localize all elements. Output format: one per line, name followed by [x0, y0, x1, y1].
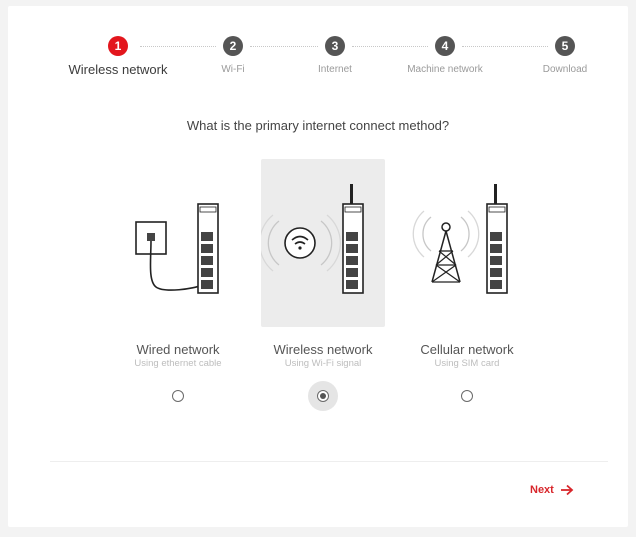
option-wired-network[interactable]: Wired network Using ethernet cable [116, 159, 240, 402]
step-3[interactable]: 3 Internet [275, 36, 395, 75]
step-5[interactable]: 5 Download [505, 36, 625, 75]
step-label: Machine network [407, 64, 483, 75]
arrow-right-icon [560, 484, 574, 496]
footer-divider [50, 461, 608, 462]
stepper: 1 Wireless network 2 Wi-Fi 3 Internet 4 … [8, 6, 628, 96]
option-cellular-network[interactable]: Cellular network Using SIM card [405, 159, 529, 402]
step-label: Wireless network [68, 62, 168, 77]
step-label: Download [542, 64, 588, 75]
step-number-badge: 4 [435, 36, 455, 56]
radio-button[interactable] [172, 390, 184, 402]
next-button-label: Next [530, 484, 554, 496]
wired-router-icon [135, 203, 219, 294]
wifi-router-icon [261, 184, 364, 294]
option-wireless-network[interactable]: Wireless network Using Wi-Fi signal [261, 159, 385, 411]
radio-cellular-network[interactable] [452, 381, 482, 411]
step-number-badge: 5 [555, 36, 575, 56]
radio-wireless-network[interactable] [308, 381, 338, 411]
step-number-badge: 3 [325, 36, 345, 56]
option-subtitle: Using ethernet cable [134, 358, 222, 369]
option-subtitle: Using SIM card [434, 358, 500, 369]
wizard-card: 1 Wireless network 2 Wi-Fi 3 Internet 4 … [8, 6, 628, 527]
question-text: What is the primary internet connect met… [186, 118, 450, 133]
step-4[interactable]: 4 Machine network [385, 36, 505, 75]
radio-selected-dot [320, 393, 326, 399]
step-number-badge: 1 [108, 36, 128, 56]
option-illustration [116, 159, 240, 327]
step-number-badge: 2 [223, 36, 243, 56]
step-1[interactable]: 1 Wireless network [58, 36, 178, 77]
option-illustration [405, 159, 529, 327]
radio-wired-network[interactable] [163, 381, 193, 411]
option-illustration [261, 159, 385, 327]
step-label: Internet [318, 64, 352, 75]
next-button[interactable]: Next [530, 484, 574, 496]
option-title: Wired network [136, 342, 220, 357]
option-subtitle: Using Wi-Fi signal [284, 358, 362, 369]
option-title: Cellular network [420, 342, 514, 357]
cellular-router-icon [412, 184, 508, 294]
radio-button[interactable] [317, 390, 329, 402]
radio-button[interactable] [461, 390, 473, 402]
option-title: Wireless network [273, 342, 373, 357]
